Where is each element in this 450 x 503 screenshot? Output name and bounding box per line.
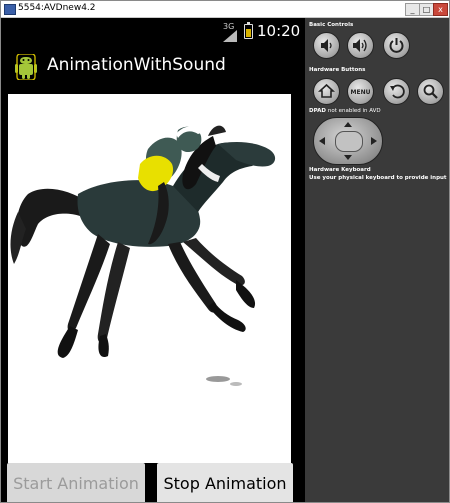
keyboard-note: Use your physical keyboard to provide in… [309,175,447,181]
dpad-down-icon [344,155,352,160]
close-button[interactable]: x [433,3,448,16]
volume-up-button[interactable] [347,32,374,59]
back-button[interactable] [383,78,410,105]
search-icon [423,84,438,99]
minimize-button[interactable]: _ [405,3,420,16]
hardware-buttons-heading: Hardware Buttons [309,67,366,73]
dpad-left-icon [319,137,325,145]
signal-icon [223,30,237,42]
dpad[interactable] [313,117,383,165]
clock: 10:20 [257,22,301,40]
keyboard-title: Hardware Keyboard [309,167,371,173]
dpad-right-icon [371,137,377,145]
emulator-window: 5554:AVDnew4.2 _ □ x 3G 10:20 AnimationW… [0,0,450,503]
dpad-center-button[interactable] [335,131,363,152]
dpad-title: DPAD [309,108,326,114]
basic-controls-heading: Basic Controls [309,22,354,28]
menu-button[interactable]: MENU [347,78,374,105]
start-animation-button[interactable]: Start Animation [7,463,145,502]
volume-down-button[interactable] [313,32,340,59]
window-titlebar[interactable]: 5554:AVDnew4.2 _ □ x [1,1,449,18]
battery-icon [244,22,253,39]
dpad-note: not enabled in AVD [327,108,381,114]
device-screen: 3G 10:20 AnimationWithSound Start Animat… [1,18,305,502]
window-title: 5554:AVDnew4.2 [18,3,96,13]
dpad-up-icon [344,122,352,127]
dpad-heading: DPAD not enabled in AVD [309,108,381,114]
volume-down-icon [321,39,332,52]
power-button[interactable] [383,32,410,59]
search-button[interactable] [417,78,444,105]
app-title: AnimationWithSound [47,55,226,75]
emulator-controls-panel: Basic Controls Hardware Buttons MENU DPA… [305,18,449,502]
android-icon [15,54,37,80]
stop-animation-button[interactable]: Stop Animation [157,463,293,502]
menu-icon: MENU [351,89,371,96]
animation-view [8,94,291,466]
volume-up-icon [353,39,367,52]
maximize-button[interactable]: □ [419,3,434,16]
horse-and-jockey-image [10,125,276,386]
home-icon [317,83,336,98]
back-icon [390,84,405,99]
action-bar: AnimationWithSound [1,44,305,90]
power-icon [389,38,404,53]
button-row: Start Animation Stop Animation [1,463,305,502]
hardware-keyboard-info: Hardware Keyboard Use your physical keyb… [309,166,447,182]
window-icon [4,4,16,15]
home-button[interactable] [313,78,340,105]
menu-label: MENU [351,89,371,96]
status-bar: 3G 10:20 [1,18,305,44]
